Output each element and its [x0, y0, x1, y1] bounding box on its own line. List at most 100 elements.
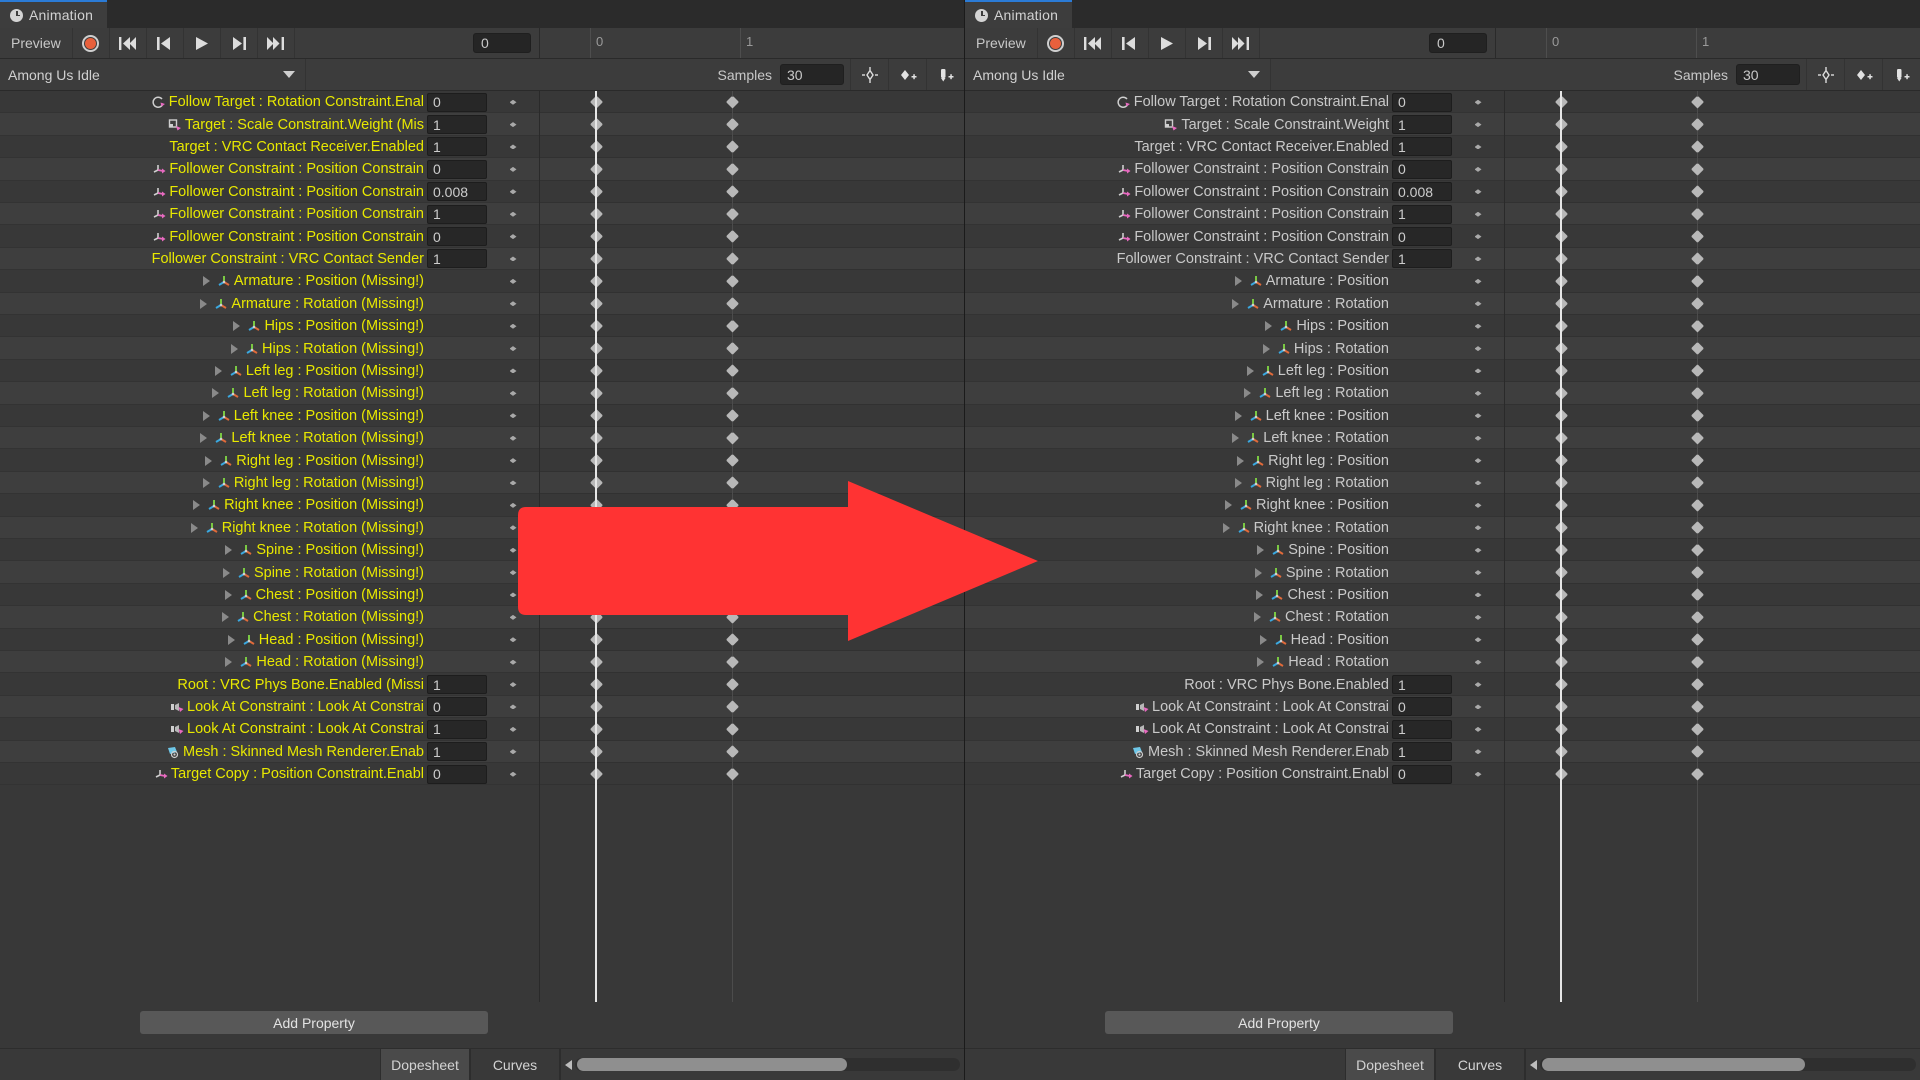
keyframe-indicator[interactable] [1452, 637, 1504, 642]
next-keyframe-button[interactable] [220, 28, 257, 58]
keyframe-indicator[interactable] [1452, 144, 1504, 149]
dopesheet-row[interactable] [540, 673, 964, 695]
property-value-input[interactable]: 1 [1392, 115, 1452, 134]
expand-arrow-icon[interactable] [225, 590, 232, 600]
property-row[interactable]: Mesh : Skinned Mesh Renderer.Enab1 [0, 741, 539, 763]
expand-arrow-icon[interactable] [222, 612, 229, 622]
property-value-input[interactable]: 0 [1392, 765, 1452, 784]
keyframe-indicator[interactable] [487, 122, 539, 127]
expand-arrow-icon[interactable] [215, 366, 222, 376]
property-row[interactable]: Spine : Rotation [965, 561, 1504, 583]
expand-arrow-icon[interactable] [1235, 411, 1242, 421]
tab-dopesheet[interactable]: Dopesheet [380, 1049, 470, 1080]
playhead-line[interactable] [595, 91, 597, 1002]
property-value-input[interactable]: 1 [1392, 137, 1452, 156]
property-row[interactable]: Left knee : Position [965, 405, 1504, 427]
expand-arrow-icon[interactable] [1244, 388, 1251, 398]
dopesheet-row[interactable] [540, 741, 964, 763]
property-row[interactable]: Armature : Position (Missing!) [0, 270, 539, 292]
keyframe-indicator[interactable] [487, 413, 539, 418]
property-row[interactable]: Right knee : Position [965, 494, 1504, 516]
property-row[interactable]: Hips : Position (Missing!) [0, 315, 539, 337]
keyframe-indicator[interactable] [1452, 503, 1504, 508]
expand-arrow-icon[interactable] [1235, 478, 1242, 488]
property-value-input[interactable]: 1 [1392, 720, 1452, 739]
expand-arrow-icon[interactable] [203, 276, 210, 286]
property-value-input[interactable]: 1 [427, 742, 487, 761]
keyframe-indicator[interactable] [1452, 279, 1504, 284]
dopesheet-row[interactable] [540, 203, 964, 225]
dopesheet-row[interactable] [540, 517, 964, 539]
keyframe-indicator[interactable] [487, 436, 539, 441]
add-property-button[interactable]: Add Property [140, 1011, 488, 1034]
keyframe-indicator[interactable] [487, 100, 539, 105]
dopesheet-grid[interactable] [539, 91, 964, 1002]
keyframe-indicator[interactable] [487, 234, 539, 239]
property-row[interactable]: Root : VRC Phys Bone.Enabled1 [965, 673, 1504, 695]
property-row[interactable]: Head : Position (Missing!) [0, 629, 539, 651]
expand-arrow-icon[interactable] [225, 657, 232, 667]
horizontal-scrollbar[interactable] [565, 1058, 960, 1071]
keyframe-indicator[interactable] [487, 212, 539, 217]
dopesheet-row[interactable] [540, 91, 964, 113]
keyframe-indicator[interactable] [1452, 704, 1504, 709]
first-keyframe-button[interactable] [1074, 28, 1111, 58]
property-row[interactable]: Spine : Position [965, 539, 1504, 561]
property-row[interactable]: Right knee : Rotation [965, 517, 1504, 539]
property-value-input[interactable]: 0 [427, 227, 487, 246]
property-row[interactable]: Right leg : Position (Missing!) [0, 449, 539, 471]
play-button[interactable] [1148, 28, 1185, 58]
timeline-ruler[interactable]: 01 [539, 28, 964, 58]
property-value-input[interactable]: 0 [427, 160, 487, 179]
keyframe-indicator[interactable] [1452, 660, 1504, 665]
keyframe-indicator[interactable] [487, 704, 539, 709]
keyframe-indicator[interactable] [487, 570, 539, 575]
property-row[interactable]: Left knee : Rotation (Missing!) [0, 427, 539, 449]
keyframe-indicator[interactable] [487, 727, 539, 732]
add-keyframe-button[interactable] [1806, 59, 1844, 90]
keyframe-indicator[interactable] [487, 682, 539, 687]
tab-animation[interactable]: Animation [0, 0, 107, 28]
expand-arrow-icon[interactable] [203, 411, 210, 421]
dopesheet-row[interactable] [540, 763, 964, 785]
dopesheet-row[interactable] [540, 360, 964, 382]
keyframe-indicator[interactable] [487, 144, 539, 149]
property-row[interactable]: Left leg : Position [965, 360, 1504, 382]
tab-animation[interactable]: Animation [965, 0, 1072, 28]
property-row[interactable]: Follower Constraint : Position Constrain… [0, 181, 539, 203]
dopesheet-row[interactable] [540, 629, 964, 651]
property-row[interactable]: Follow Target : Rotation Constraint.Enal… [965, 91, 1504, 113]
clip-selector-dropdown[interactable]: Among Us Idle [0, 59, 305, 90]
property-row[interactable]: Target : VRC Contact Receiver.Enabled1 [965, 136, 1504, 158]
timeline-ruler[interactable]: 01 [1495, 28, 1920, 58]
keyframe-indicator[interactable] [1452, 256, 1504, 261]
property-value-input[interactable]: 1 [427, 720, 487, 739]
expand-arrow-icon[interactable] [1232, 299, 1239, 309]
property-value-input[interactable]: 0 [427, 765, 487, 784]
property-list[interactable]: Follow Target : Rotation Constraint.Enal… [965, 91, 1504, 1002]
dopesheet-row[interactable] [540, 405, 964, 427]
keyframe-indicator[interactable] [487, 772, 539, 777]
keyframe-indicator[interactable] [1452, 749, 1504, 754]
property-row[interactable]: Follower Constraint : Position Constrain… [965, 203, 1504, 225]
property-row[interactable]: Right knee : Position (Missing!) [0, 494, 539, 516]
keyframe-indicator[interactable] [487, 279, 539, 284]
property-row[interactable]: Target : VRC Contact Receiver.Enabled1 [0, 136, 539, 158]
keyframe-indicator[interactable] [1452, 122, 1504, 127]
expand-arrow-icon[interactable] [1235, 276, 1242, 286]
property-row[interactable]: Follower Constraint : VRC Contact Sender… [965, 248, 1504, 270]
expand-arrow-icon[interactable] [1232, 433, 1239, 443]
property-value-input[interactable]: 0.008 [1392, 182, 1452, 201]
keyframe-indicator[interactable] [487, 525, 539, 530]
dopesheet-row[interactable] [540, 561, 964, 583]
scrollbar-thumb[interactable] [577, 1058, 847, 1071]
playhead-line[interactable] [1560, 91, 1562, 1002]
next-keyframe-button[interactable] [1185, 28, 1222, 58]
property-row[interactable]: Hips : Rotation [965, 337, 1504, 359]
property-row[interactable]: Right leg : Rotation (Missing!) [0, 472, 539, 494]
tab-dopesheet[interactable]: Dopesheet [1345, 1049, 1435, 1080]
expand-arrow-icon[interactable] [205, 456, 212, 466]
add-property-button[interactable]: Add Property [1105, 1011, 1453, 1034]
add-event-button[interactable] [926, 59, 964, 90]
expand-arrow-icon[interactable] [193, 500, 200, 510]
